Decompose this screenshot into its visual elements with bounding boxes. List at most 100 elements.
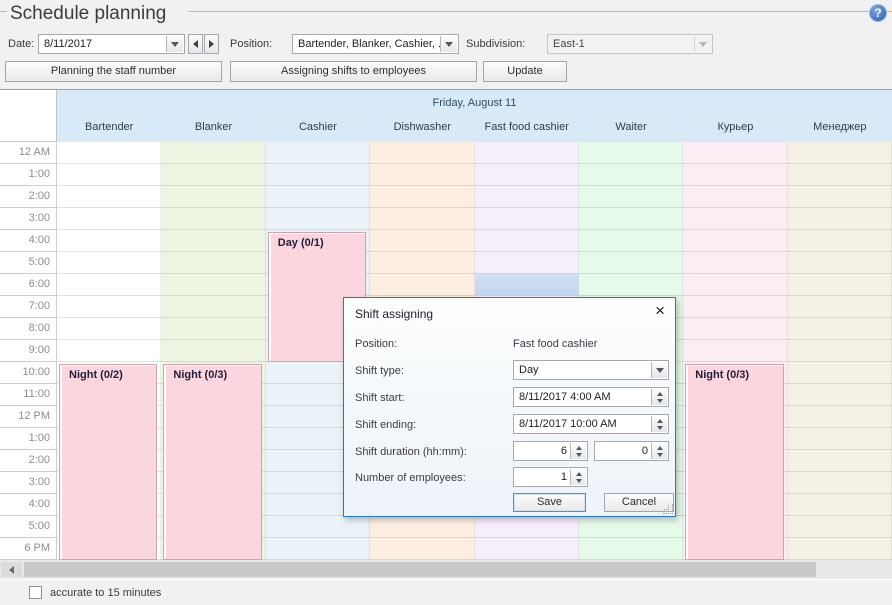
help-icon[interactable]: ? [869,4,887,22]
subdivision-combo: East-1 [547,34,713,54]
column-header-7: Курьер [683,115,787,142]
shift-start-field[interactable]: 8/11/2017 4:00 AM [513,387,669,407]
shift-block-label: Night (0/2) [60,365,156,381]
horizontal-scrollbar[interactable] [0,560,892,579]
arrow-left-icon [193,40,198,48]
spin-up-icon [657,446,663,450]
prev-day-button[interactable] [188,34,203,54]
dlg-duration-label: Shift duration (hh:mm): [355,446,467,458]
shift-block-2[interactable]: Night (0/2) [59,364,157,560]
shift-block-label: Day (0/1) [269,233,365,249]
shift-block-label: Night (0/3) [686,365,782,381]
column-header-1: Bartender [57,115,161,142]
time-label-9: 8:00 [0,318,57,340]
date-field[interactable]: 8/11/2017 [38,34,185,54]
time-label-18: 5:00 [0,516,57,538]
time-label-13: 12 PM [0,406,57,428]
duration-minutes-field[interactable]: 0 [594,441,669,461]
employees-spinner[interactable] [570,469,586,485]
grid-column-8[interactable] [788,142,892,560]
duration-hours-spinner[interactable] [570,443,586,459]
shift-start-spinner[interactable] [651,389,667,405]
resize-grip-icon[interactable] [663,504,673,514]
position-dropdown-button[interactable] [440,36,457,52]
spin-up-icon [576,446,582,450]
chevron-down-icon [699,42,707,47]
spin-down-icon [657,399,663,403]
duration-minutes-value: 0 [600,445,648,457]
save-button[interactable]: Save [513,493,586,512]
scrollbar-thumb[interactable] [24,562,816,577]
duration-hours-field[interactable]: 6 [513,441,588,461]
arrow-right-icon [209,40,214,48]
shift-block-4[interactable]: Night (0/3) [685,364,783,560]
shift-ending-value: 8/11/2017 10:00 AM [519,418,650,430]
shift-ending-spinner[interactable] [651,416,667,432]
column-header-5: Fast food cashier [475,115,579,142]
close-icon[interactable]: × [655,301,665,321]
update-button[interactable]: Update [483,61,567,82]
dlg-position-value: Fast food cashier [513,338,597,350]
spin-down-icon [657,453,663,457]
time-label-6: 5:00 [0,252,57,274]
chevron-down-icon [445,42,453,47]
dlg-position-label: Position: [355,338,397,350]
column-header-2: Blanker [161,115,265,142]
chevron-down-icon [171,42,179,47]
accuracy-checkbox[interactable] [29,586,42,599]
next-day-button[interactable] [204,34,219,54]
position-label: Position: [230,38,272,50]
employees-value: 1 [519,471,567,483]
shift-ending-field[interactable]: 8/11/2017 10:00 AM [513,414,669,434]
subdivision-dropdown-button [694,36,711,52]
dlg-shift-start-label: Shift start: [355,392,405,404]
time-label-12: 11:00 [0,384,57,406]
dlg-shift-type-label: Shift type: [355,365,404,377]
column-header-4: Dishwasher [370,115,474,142]
duration-hours-value: 6 [519,445,567,457]
scroll-left-button[interactable] [1,562,22,577]
position-combo[interactable]: Bartender, Blanker, Cashier, ... [292,34,459,54]
dlg-employees-label: Number of employees: [355,472,466,484]
column-header-3: Cashier [266,115,370,142]
time-label-17: 4:00 [0,494,57,516]
accuracy-checkbox-label: accurate to 15 minutes [50,587,161,599]
employees-field[interactable]: 1 [513,467,588,487]
spin-up-icon [576,472,582,476]
date-dropdown-button[interactable] [166,36,183,52]
time-label-15: 2:00 [0,450,57,472]
shift-type-dropdown-button[interactable] [651,362,667,378]
spin-down-icon [576,453,582,457]
time-label-14: 1:00 [0,428,57,450]
chevron-down-icon [656,368,664,373]
shift-type-value: Day [519,364,650,376]
position-value: Bartender, Blanker, Cashier, ... [298,38,440,50]
page-title: Schedule planning [10,3,174,25]
chevron-left-icon [9,566,14,574]
date-label: Date: [8,38,34,50]
duration-minutes-spinner[interactable] [651,443,667,459]
time-gutter: 12 AM1:002:003:004:005:006:007:008:009:0… [0,142,57,560]
time-label-2: 1:00 [0,164,57,186]
column-header-6: Waiter [579,115,683,142]
planning-staff-button[interactable]: Planning the staff number [5,61,222,82]
time-label-11: 10:00 [0,362,57,384]
time-label-5: 4:00 [0,230,57,252]
time-label-10: 9:00 [0,340,57,362]
shift-start-value: 8/11/2017 4:00 AM [519,391,650,403]
spin-up-icon [657,392,663,396]
shift-block-3[interactable]: Night (0/3) [163,364,261,560]
shift-block-label: Night (0/3) [164,365,260,381]
assigning-shifts-button[interactable]: Assigning shifts to employees [230,61,477,82]
subdivision-label: Subdivision: [466,38,525,50]
time-label-19: 6 PM [0,538,57,560]
time-label-16: 3:00 [0,472,57,494]
footer-bar: accurate to 15 minutes [0,580,892,605]
shift-type-combo[interactable]: Day [513,360,669,380]
title-rule-left [0,11,7,12]
spin-up-icon [657,419,663,423]
dialog-title: Shift assigning [355,307,433,321]
time-label-3: 2:00 [0,186,57,208]
time-label-1: 12 AM [0,142,57,164]
column-header-8: Менеджер [788,115,892,142]
